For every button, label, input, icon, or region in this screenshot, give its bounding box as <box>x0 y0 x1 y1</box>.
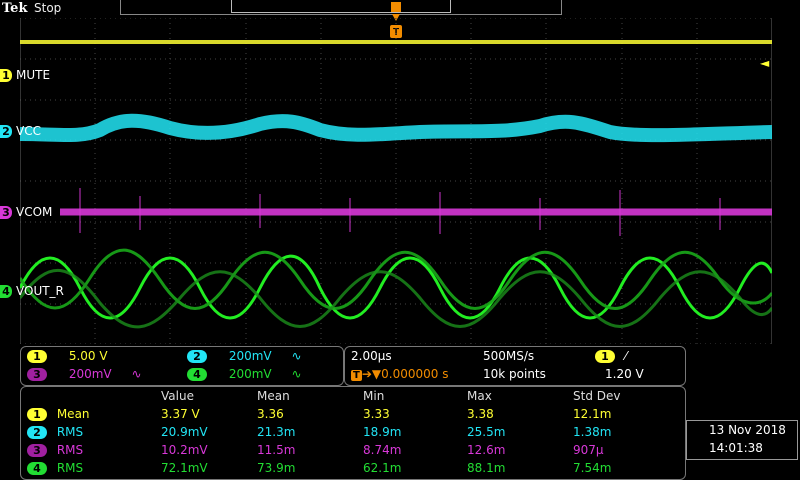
ch3-scale[interactable]: 3 200mV ∿ <box>27 367 142 381</box>
ch2-pill: 2 <box>187 350 207 363</box>
trigger-t-icon: T <box>351 370 362 381</box>
ch4-pill: 4 <box>187 368 207 381</box>
ch3-name: VCOM <box>16 205 53 219</box>
measure-min: 18.9m <box>363 425 402 439</box>
measure-value: 72.1mV <box>161 461 208 475</box>
ch3-label[interactable]: 3 VCOM <box>0 205 52 219</box>
ch3-number: 3 <box>0 205 12 219</box>
measure-max: 12.6m <box>467 443 506 457</box>
ch1-label[interactable]: 1 MUTE <box>0 68 50 82</box>
ch1-number: 1 <box>0 68 12 82</box>
measure-std: 1.38m <box>573 425 612 439</box>
bandwidth-icon: ∿ <box>291 349 302 363</box>
measure-mean: 11.5m <box>257 443 296 457</box>
measure-value: 10.2mV <box>161 443 208 457</box>
measure-value: 3.37 V <box>161 407 200 421</box>
ch4-pill: 4 <box>27 462 47 475</box>
ch4-volts-div: 200mV <box>228 367 272 381</box>
ch2-number: 2 <box>0 124 12 138</box>
measure-std: 907μ <box>573 443 604 457</box>
delay-value: 0.000000 s <box>381 367 449 381</box>
measurements-panel[interactable]: Value Mean Min Max Std Dev 1 Mean 3.37 V… <box>20 386 686 480</box>
ch4-number: 4 <box>0 284 12 298</box>
ch2-label[interactable]: 2 VCC <box>0 124 41 138</box>
brand-logo: Tek <box>2 1 28 16</box>
ch2-volts-div: 200mV <box>228 349 272 363</box>
measure-std: 12.1m <box>573 407 612 421</box>
measure-mean: 21.3m <box>257 425 296 439</box>
ch4-label[interactable]: 4 VOUT_R <box>0 284 64 298</box>
trigger-slope-icon: ⁄ <box>624 349 627 363</box>
time-value: 14:01:38 <box>709 441 763 455</box>
col-header-value: Value <box>161 389 194 403</box>
measure-type: RMS <box>56 461 84 475</box>
record-overview[interactable] <box>120 0 562 15</box>
measure-value: 20.9mV <box>161 425 208 439</box>
trigger-source-pill: 1 <box>595 350 615 363</box>
ch1-name: MUTE <box>16 68 51 82</box>
table-row[interactable]: 1 Mean <box>27 407 90 421</box>
top-status-bar: Tek Stop T <box>0 0 800 38</box>
trigger-level-icon[interactable]: ◄ <box>760 56 769 70</box>
trigger-level: 1.20 V <box>605 367 644 381</box>
table-row[interactable]: 3 RMS <box>27 443 83 457</box>
table-row[interactable]: 2 RMS <box>27 425 83 439</box>
measure-max: 88.1m <box>467 461 506 475</box>
vertical-settings-panel[interactable]: 1 5.00 V 2 200mV ∿ 3 200mV ∿ 4 200mV ∿ <box>20 346 344 386</box>
ch1-scale[interactable]: 1 5.00 V <box>27 349 108 363</box>
ch3-volts-div: 200mV <box>68 367 112 381</box>
graticule <box>20 17 772 345</box>
horizontal-delay[interactable]: T ➔▼0.000000 s <box>351 367 448 381</box>
ch3-pill: 3 <box>27 368 47 381</box>
date-value: 13 Nov 2018 <box>709 423 786 437</box>
measure-min: 3.33 <box>363 407 390 421</box>
col-header-mean: Mean <box>257 389 290 403</box>
col-header-std-dev: Std Dev <box>573 389 621 403</box>
trigger-setup[interactable]: 1 ⁄ <box>595 349 627 363</box>
measure-std: 7.54m <box>573 461 612 475</box>
measure-type: Mean <box>56 407 90 421</box>
table-row[interactable]: 4 RMS <box>27 461 83 475</box>
ch2-scale[interactable]: 2 200mV ∿ <box>187 349 302 363</box>
horizontal-trigger-panel[interactable]: 2.00μs 500MS/s T ➔▼0.000000 s 10k points … <box>344 346 686 386</box>
record-length: 10k points <box>483 367 546 381</box>
bandwidth-icon: ∿ <box>291 367 302 381</box>
bandwidth-icon: ∿ <box>131 367 142 381</box>
measure-max: 3.38 <box>467 407 494 421</box>
ch2-pill: 2 <box>27 426 47 439</box>
col-header-min: Min <box>363 389 385 403</box>
ch1-volts-div: 5.00 V <box>68 349 108 363</box>
ch2-trace <box>19 113 773 143</box>
waveform-display[interactable]: 1 MUTE 2 VCC 3 VCOM 4 VOUT_R ◄ <box>0 17 774 345</box>
acquisition-status: Stop <box>34 1 62 15</box>
col-header-max: Max <box>467 389 492 403</box>
measure-min: 8.74m <box>363 443 402 457</box>
measure-max: 25.5m <box>467 425 506 439</box>
ch3-pill: 3 <box>27 444 47 457</box>
sample-rate: 500MS/s <box>483 349 535 363</box>
measure-mean: 3.36 <box>257 407 284 421</box>
measure-mean: 73.9m <box>257 461 296 475</box>
measure-min: 62.1m <box>363 461 402 475</box>
measure-type: RMS <box>56 425 84 439</box>
record-view-window[interactable] <box>231 0 451 13</box>
measure-type: RMS <box>56 443 84 457</box>
ch1-pill: 1 <box>27 408 47 421</box>
ch1-pill: 1 <box>27 350 47 363</box>
ch4-name: VOUT_R <box>16 284 64 298</box>
ch4-scale[interactable]: 4 200mV ∿ <box>187 367 302 381</box>
timebase-value: 2.00μs <box>351 349 392 363</box>
ch2-name: VCC <box>16 124 41 138</box>
date-time-display: 13 Nov 2018 14:01:38 <box>686 420 798 460</box>
